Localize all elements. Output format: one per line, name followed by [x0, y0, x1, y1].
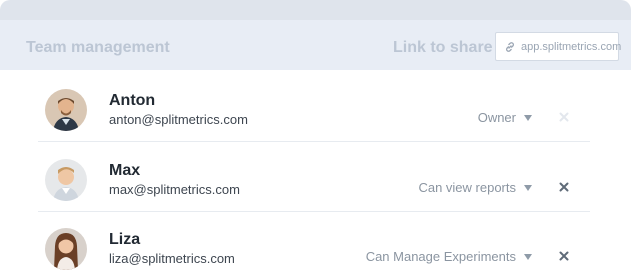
member-name: Liza — [109, 231, 141, 248]
member-email: liza@splitmetrics.com — [109, 251, 235, 266]
caret-down-icon — [524, 114, 532, 121]
avatar — [45, 89, 87, 131]
member-email: anton@splitmetrics.com — [109, 112, 248, 127]
role-dropdown[interactable]: Can view reports — [418, 180, 532, 195]
close-icon — [559, 182, 569, 192]
link-icon — [504, 41, 516, 53]
avatar — [45, 159, 87, 201]
page-title: Team management — [26, 39, 170, 56]
member-name: Anton — [109, 92, 156, 109]
remove-member-button — [556, 109, 572, 125]
member-email: max@splitmetrics.com — [109, 182, 240, 197]
avatar — [45, 228, 87, 270]
close-icon — [559, 112, 569, 122]
role-label: Owner — [477, 110, 516, 125]
share-label: Link to share — [393, 39, 493, 56]
close-icon — [559, 251, 569, 261]
remove-member-button[interactable] — [556, 248, 572, 264]
role-label: Can view reports — [418, 180, 516, 195]
share-link-text[interactable]: app.splitmetrics.com — [521, 41, 621, 53]
caret-down-icon — [524, 184, 532, 191]
role-dropdown[interactable]: Can Manage Experiments — [366, 249, 532, 264]
role-dropdown[interactable]: Owner — [478, 110, 532, 125]
caret-down-icon — [524, 253, 532, 260]
header-bar: Team management Link to share app.splitm… — [0, 20, 631, 70]
team-member-row: Max max@splitmetrics.com Can view report… — [38, 142, 590, 212]
window-top-bar — [0, 0, 631, 20]
role-label: Can Manage Experiments — [365, 249, 516, 264]
team-member-row: Liza liza@splitmetrics.com Can Manage Ex… — [38, 211, 590, 280]
member-name: Max — [109, 162, 141, 179]
team-member-row: Anton anton@splitmetrics.com Owner — [38, 72, 590, 142]
share-link-field[interactable]: app.splitmetrics.com — [495, 32, 621, 61]
remove-member-button[interactable] — [556, 179, 572, 195]
